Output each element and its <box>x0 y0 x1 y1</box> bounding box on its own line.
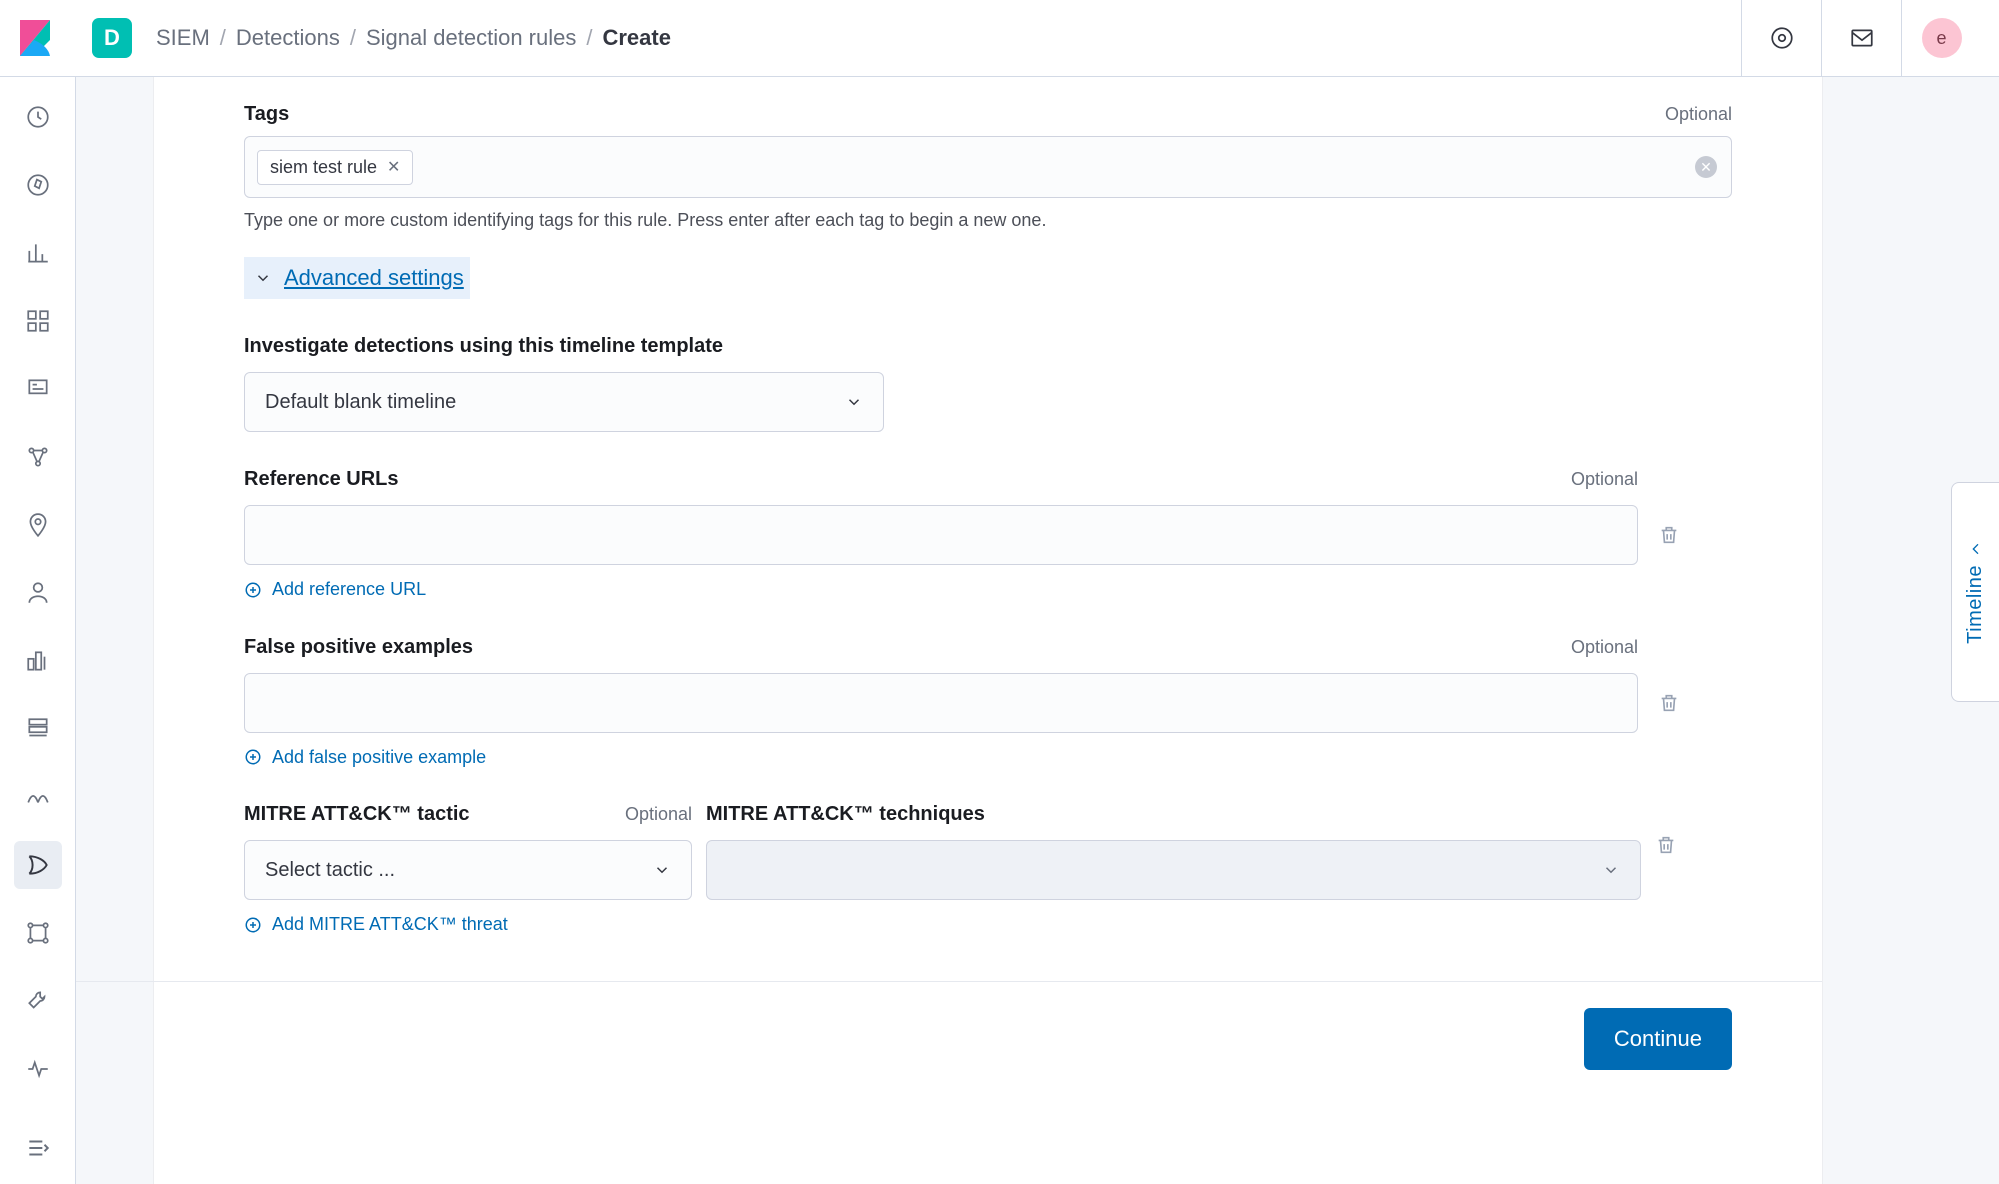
avatar[interactable]: e <box>1922 18 1962 58</box>
add-reference-url-label: Add reference URL <box>272 579 426 600</box>
add-mitre-threat-label: Add MITRE ATT&CK™ threat <box>272 914 508 935</box>
breadcrumb-rules[interactable]: Signal detection rules <box>366 25 576 51</box>
tags-label: Tags <box>244 103 289 126</box>
breadcrumb-siem[interactable]: SIEM <box>156 25 210 51</box>
tag-chip-label: siem test rule <box>270 157 377 178</box>
tags-optional: Optional <box>1665 104 1732 125</box>
mitre-tactic-optional: Optional <box>625 804 692 825</box>
add-false-positive-button[interactable]: Add false positive example <box>244 747 486 768</box>
advanced-settings-toggle[interactable]: Advanced settings <box>244 257 470 299</box>
mitre-tech-label: MITRE ATT&CK™ techniques <box>706 803 1641 826</box>
add-mitre-threat-button[interactable]: Add MITRE ATT&CK™ threat <box>244 914 508 935</box>
tag-chip[interactable]: siem test rule ✕ <box>257 150 413 185</box>
chevron-down-icon <box>653 861 671 879</box>
nav-ml-icon[interactable] <box>14 569 62 617</box>
breadcrumb: SIEM / Detections / Signal detection rul… <box>156 25 671 51</box>
nav-maps-icon[interactable] <box>14 501 62 549</box>
false-positive-optional: Optional <box>1571 637 1638 658</box>
trash-icon[interactable] <box>1658 691 1680 715</box>
nav-dashboard-icon[interactable] <box>14 297 62 345</box>
topbar: D SIEM / Detections / Signal detection r… <box>0 0 1999 77</box>
timeline-template-label: Investigate detections using this timeli… <box>244 335 1732 358</box>
breadcrumb-create: Create <box>602 25 670 51</box>
page-background: Tags Optional siem test rule ✕ ✕ Type on… <box>76 77 1999 1184</box>
topbar-right: e <box>1741 0 1981 76</box>
mitre-tactic-placeholder: Select tactic ... <box>265 859 395 882</box>
app-badge[interactable]: D <box>92 18 132 58</box>
nav-visualize-icon[interactable] <box>14 229 62 277</box>
clear-tags-icon[interactable]: ✕ <box>1695 156 1717 178</box>
chevron-left-icon <box>1968 541 1984 557</box>
nav-siem-icon[interactable] <box>14 841 62 889</box>
nav-devtools-icon[interactable] <box>14 977 62 1025</box>
chevron-down-icon <box>845 393 863 411</box>
false-positive-input[interactable] <box>244 673 1638 733</box>
mitre-tech-select[interactable] <box>706 840 1641 900</box>
chevron-down-icon <box>254 269 272 287</box>
breadcrumb-detections[interactable]: Detections <box>236 25 340 51</box>
timeline-template-select[interactable]: Default blank timeline <box>244 372 884 432</box>
timeline-tab-label: Timeline <box>1964 565 1987 644</box>
newsfeed-button[interactable] <box>1741 0 1821 76</box>
false-positive-label: False positive examples <box>244 636 473 659</box>
nav-expand-icon[interactable] <box>14 1124 62 1172</box>
nav-canvas-icon[interactable] <box>14 365 62 413</box>
trash-icon[interactable] <box>1658 523 1680 547</box>
nav-monitoring-icon[interactable] <box>14 1045 62 1093</box>
timeline-flyout-tab[interactable]: Timeline <box>1951 482 1999 702</box>
chevron-down-icon <box>1602 861 1620 879</box>
advanced-settings-label: Advanced settings <box>284 265 464 291</box>
nav-logs-icon[interactable] <box>14 705 62 753</box>
trash-icon[interactable] <box>1655 833 1677 857</box>
add-reference-url-button[interactable]: Add reference URL <box>244 579 426 600</box>
mitre-tactic-label: MITRE ATT&CK™ tactic <box>244 803 470 826</box>
nav-recent-icon[interactable] <box>14 93 62 141</box>
tags-helper: Type one or more custom identifying tags… <box>244 210 1732 231</box>
reference-urls-label: Reference URLs <box>244 468 399 491</box>
remove-tag-icon[interactable]: ✕ <box>387 157 400 177</box>
continue-button[interactable]: Continue <box>1584 1008 1732 1070</box>
plus-circle-icon <box>244 581 262 599</box>
mitre-tactic-select[interactable]: Select tactic ... <box>244 840 692 900</box>
nav-stack-icon[interactable] <box>14 909 62 957</box>
user-menu[interactable]: e <box>1901 0 1981 76</box>
tags-input[interactable]: siem test rule ✕ ✕ <box>244 136 1732 198</box>
plus-circle-icon <box>244 748 262 766</box>
navrail <box>0 77 76 1184</box>
timeline-template-value: Default blank timeline <box>265 391 456 414</box>
nav-discover-icon[interactable] <box>14 161 62 209</box>
nav-apm-icon[interactable] <box>14 773 62 821</box>
nav-metrics-icon[interactable] <box>14 637 62 685</box>
form-card: Tags Optional siem test rule ✕ ✕ Type on… <box>153 77 1823 1184</box>
plus-circle-icon <box>244 916 262 934</box>
kibana-logo[interactable] <box>18 18 52 58</box>
reference-urls-optional: Optional <box>1571 469 1638 490</box>
add-false-positive-label: Add false positive example <box>272 747 486 768</box>
mail-button[interactable] <box>1821 0 1901 76</box>
nav-graph-icon[interactable] <box>14 433 62 481</box>
reference-url-input[interactable] <box>244 505 1638 565</box>
